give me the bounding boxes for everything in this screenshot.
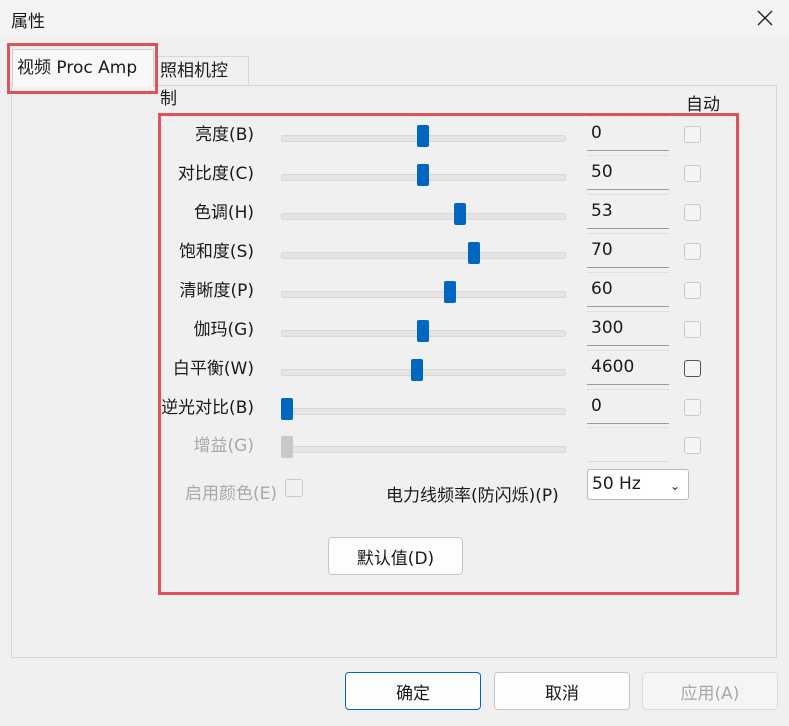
apply-button[interactable]: 应用(A) <box>642 672 778 710</box>
value-field[interactable]: 60 <box>587 272 669 307</box>
value-field[interactable]: 53 <box>587 194 669 229</box>
control-row: 亮度(B) 0 <box>0 116 789 155</box>
title-bar: 属性 <box>0 0 789 36</box>
slider-thumb[interactable] <box>281 398 293 420</box>
control-label: 清晰度(P) <box>179 281 254 301</box>
control-row: 对比度(C) 50 <box>0 155 789 194</box>
auto-checkbox[interactable] <box>684 243 701 260</box>
chevron-down-icon: ⌄ <box>669 479 680 493</box>
slider-thumb[interactable] <box>454 203 467 225</box>
control-label: 增益(G) <box>193 436 254 456</box>
control-label: 伽玛(G) <box>193 320 254 340</box>
value-field[interactable]: 50 <box>587 155 669 190</box>
control-label: 亮度(B) <box>195 125 254 145</box>
power-line-frequency-value: 50 Hz <box>592 474 641 494</box>
auto-checkbox[interactable] <box>684 282 701 299</box>
auto-checkbox[interactable] <box>684 126 701 143</box>
value-field[interactable] <box>587 427 669 462</box>
control-row: 清晰度(P) 60 <box>0 272 789 311</box>
slider-track[interactable] <box>281 252 566 259</box>
auto-checkbox[interactable] <box>684 321 701 338</box>
control-row: 增益(G) <box>0 427 789 466</box>
value-field[interactable]: 70 <box>587 233 669 268</box>
tab-video-proc-amp[interactable]: 视频 Proc Amp <box>12 49 154 87</box>
default-button[interactable]: 默认值(D) <box>328 537 463 575</box>
enable-color-label: 启用颜色(E) <box>185 484 278 504</box>
value-field[interactable]: 0 <box>587 116 669 151</box>
slider-track[interactable] <box>281 291 566 298</box>
slider-thumb[interactable] <box>281 436 293 458</box>
control-row: 白平衡(W) 4600 <box>0 350 789 389</box>
control-label: 白平衡(W) <box>172 359 254 379</box>
slider-thumb[interactable] <box>443 281 456 303</box>
close-icon <box>757 10 773 26</box>
close-button[interactable] <box>741 0 789 36</box>
power-line-frequency-label: 电力线频率(防闪烁)(P) <box>386 486 559 506</box>
window-title: 属性 <box>11 12 45 32</box>
slider-track[interactable] <box>281 213 566 220</box>
ok-button[interactable]: 确定 <box>345 672 481 710</box>
auto-checkbox[interactable] <box>684 165 701 182</box>
control-row: 饱和度(S) 70 <box>0 233 789 272</box>
slider-thumb[interactable] <box>411 359 424 381</box>
slider-thumb[interactable] <box>416 164 429 186</box>
slider-thumb[interactable] <box>416 320 429 342</box>
auto-checkbox[interactable] <box>684 399 701 416</box>
auto-column-header: 自动 <box>686 95 720 115</box>
slider-track[interactable] <box>281 408 566 415</box>
value-field[interactable]: 4600 <box>587 350 669 385</box>
slider-track[interactable] <box>281 446 566 453</box>
slider-thumb[interactable] <box>467 242 480 264</box>
control-label: 对比度(C) <box>177 164 254 184</box>
control-row: 逆光对比(B) 0 <box>0 389 789 428</box>
tab-camera-control[interactable]: 照相机控制 <box>155 56 249 109</box>
control-label: 色调(H) <box>193 203 254 223</box>
power-line-frequency-select[interactable]: 50 Hz ⌄ <box>587 469 689 500</box>
control-label: 饱和度(S) <box>178 242 254 262</box>
control-label: 逆光对比(B) <box>161 398 254 418</box>
value-field[interactable]: 0 <box>587 389 669 424</box>
slider-thumb[interactable] <box>416 125 429 147</box>
auto-checkbox[interactable] <box>684 437 701 454</box>
control-row: 伽玛(G) 300 <box>0 311 789 350</box>
value-field[interactable]: 300 <box>587 311 669 346</box>
slider-track[interactable] <box>281 369 566 376</box>
enable-color-checkbox[interactable] <box>285 479 303 497</box>
auto-checkbox[interactable] <box>684 204 701 221</box>
control-row: 色调(H) 53 <box>0 194 789 233</box>
cancel-button[interactable]: 取消 <box>494 672 630 710</box>
auto-checkbox[interactable] <box>684 360 701 377</box>
